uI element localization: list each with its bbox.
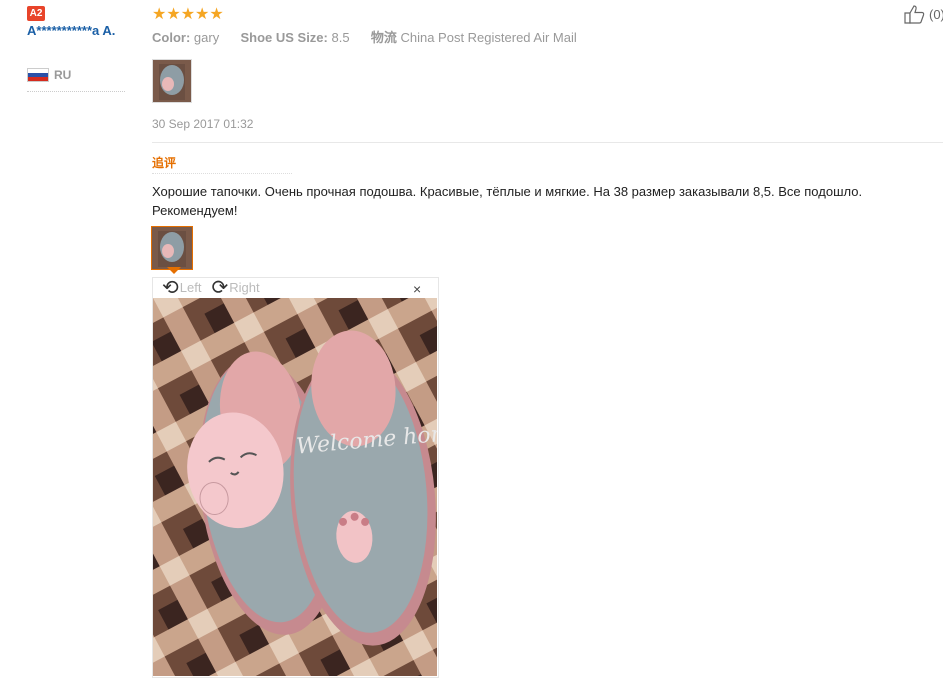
color-value: gary xyxy=(193,30,220,45)
rotate-right-label: Right xyxy=(229,280,260,295)
size-label: Shoe US Size: xyxy=(240,30,328,45)
additional-feedback-underline xyxy=(152,173,292,174)
additional-feedback-text: Хорошие тапочки. Очень прочная подошва. … xyxy=(152,184,863,218)
like-count: (0) xyxy=(929,6,943,22)
country-code: RU xyxy=(54,68,72,82)
level-badge: A2 xyxy=(27,6,45,21)
russia-flag-icon xyxy=(27,68,49,82)
star-rating: ★★★★★ xyxy=(152,6,224,23)
rotate-right-button[interactable]: ⟳ Right xyxy=(211,278,259,298)
buyer-country: RU xyxy=(27,68,71,82)
logistics-value: China Post Registered Air Mail xyxy=(400,30,577,45)
helpful-button[interactable]: (0) xyxy=(903,4,943,24)
color-label: Color: xyxy=(152,30,191,45)
review-photo-thumbnail[interactable] xyxy=(152,59,192,103)
additional-feedback-label: 追评 xyxy=(152,156,177,170)
thumbs-up-icon xyxy=(904,5,925,24)
review-photo-large: Welcome home! xyxy=(153,298,437,676)
buyer-name[interactable]: A***********a A. xyxy=(27,22,137,39)
rotate-right-icon: ⟳ xyxy=(211,276,229,299)
order-specs: Color: gary Shoe US Size: 8.5 物流 China P… xyxy=(152,27,577,46)
additional-photo-thumbnail-selected[interactable] xyxy=(151,226,193,270)
rotate-left-button[interactable]: ⟲ Left xyxy=(162,278,201,298)
viewer-toolbar: ⟲ Left ⟳ Right xyxy=(152,277,437,298)
review-date: 30 Sep 2017 01:32 xyxy=(152,117,254,131)
size-value: 8.5 xyxy=(331,30,350,45)
user-separator xyxy=(27,91,125,92)
logistics-label: 物流 xyxy=(370,30,397,45)
rotate-left-label: Left xyxy=(179,280,202,295)
thumbnail-pointer xyxy=(167,267,181,274)
review-divider xyxy=(152,142,943,143)
close-icon[interactable]: × xyxy=(413,281,421,297)
rotate-left-icon: ⟲ xyxy=(162,276,179,299)
